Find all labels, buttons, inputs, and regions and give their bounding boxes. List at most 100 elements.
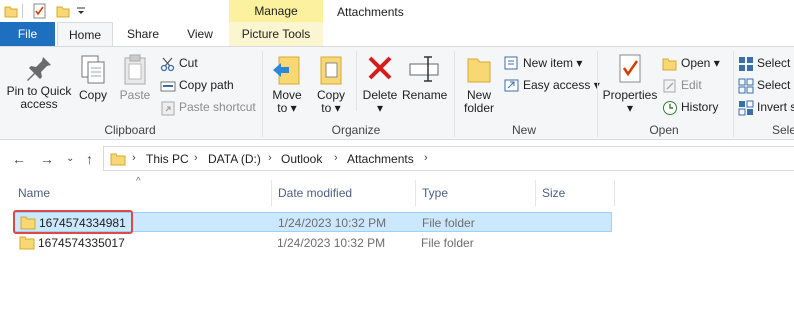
select-none-button[interactable]: Select n [738,75,794,95]
column-divider[interactable] [271,180,272,206]
properties-quick-icon[interactable] [32,3,48,22]
edit-pencil-icon [663,79,676,93]
new-item-icon [504,56,518,70]
new-group-label: New [511,123,536,137]
copy-label: Copy [78,88,107,102]
back-arrow-icon[interactable]: ← [12,151,26,167]
copy-icon [76,53,110,89]
history-button[interactable]: History [662,97,718,117]
breadcrumb-attachments[interactable]: Attachments [347,152,414,166]
new-folder-quick-icon[interactable] [56,4,70,21]
select-all-icon [739,56,753,71]
file-date-modified: 1/24/2023 10:32 PM [278,216,387,230]
column-header-date-modified[interactable]: Date modified [278,186,352,200]
paste-label: Paste [119,88,151,102]
rename-icon [402,53,446,89]
new-folder-button[interactable]: New folder [458,53,500,115]
copy-to-button[interactable]: Copy to ▾ [312,53,350,115]
breadcrumb-outlook[interactable]: Outlook [281,152,322,166]
ribbon-tab-row: File Home Share View Picture Tools [0,22,794,46]
copy-to-label-line2: to ▾ [312,102,350,115]
pin-label-line2: access [20,97,58,111]
tab-view[interactable]: View [178,22,222,46]
copy-path-label: Copy path [179,78,234,92]
address-bar[interactable]: › This PC › DATA (D:) › Outlook › Attach… [103,146,794,171]
column-divider[interactable] [614,180,615,206]
move-to-label-text: to [277,101,288,115]
tab-picture-tools[interactable]: Picture Tools [229,22,323,46]
file-type: File folder [422,216,475,230]
customize-quick-access-icon[interactable] [76,5,86,20]
tab-home[interactable]: Home [57,22,113,46]
column-header-type[interactable]: Type [422,186,448,200]
sort-ascending-icon: ^ [136,176,141,187]
new-item-button[interactable]: New item ▾ [504,53,582,73]
dropdown-arrow-icon: ▾ [334,101,341,115]
group-separator [356,51,357,111]
pin-icon [4,53,74,85]
folder-icon [110,151,126,170]
paste-shortcut-label: Paste shortcut [179,100,256,114]
properties-button[interactable]: Properties ▾ [602,53,658,115]
folder-icon [4,4,18,21]
clipboard-group-label: Clipboard [104,123,156,137]
copy-button[interactable]: Copy [76,53,110,102]
breadcrumb-chevron-icon[interactable]: › [268,152,272,164]
move-to-button[interactable]: Move to ▾ [268,53,306,115]
column-divider[interactable] [415,180,416,206]
select-none-label: Select n [757,78,794,92]
delete-x-icon [360,53,400,89]
copy-path-button[interactable]: Copy path [160,75,234,95]
copy-to-icon [312,53,350,89]
easy-access-label: Easy access [523,78,591,92]
move-to-icon [268,53,306,89]
file-date-modified: 1/24/2023 10:32 PM [277,236,386,250]
history-label: History [681,100,719,114]
group-separator [454,51,455,137]
group-separator [262,51,263,137]
column-divider[interactable] [535,180,536,206]
dropdown-arrow-icon: ▾ [576,56,583,70]
column-header-size[interactable]: Size [542,186,565,200]
group-separator [733,51,734,137]
dropdown-arrow-icon: ▾ [290,101,297,115]
select-all-button[interactable]: Select a [738,53,794,73]
copy-to-label-text: to [321,101,332,115]
manage-context-tab[interactable]: Manage [229,0,323,22]
recent-locations-chevron-icon[interactable]: ⌄ [66,153,74,164]
up-arrow-icon[interactable]: ↑ [86,151,93,167]
open-label: Open [681,56,711,70]
paste-shortcut-button[interactable]: Paste shortcut [160,97,256,117]
title-bar: Manage Attachments [0,0,794,24]
new-folder-label-line2: folder [463,101,495,115]
forward-arrow-icon[interactable]: → [40,151,54,167]
paste-shortcut-icon [161,101,175,116]
pin-to-quick-access-button[interactable]: Pin to Quick access [4,53,74,111]
edit-button[interactable]: Edit [662,75,702,95]
breadcrumb-data-drive[interactable]: DATA (D:) [208,152,261,166]
organize-group-label: Organize [331,123,381,137]
breadcrumb-chevron-icon[interactable]: › [194,152,198,164]
cut-label: Cut [179,56,198,70]
paste-button[interactable]: Paste [118,53,152,102]
column-header-name[interactable]: Name [18,186,50,200]
delete-button[interactable]: Delete ▾ [360,53,400,115]
invert-selection-label: Invert s [757,100,794,114]
tab-file[interactable]: File [0,22,55,46]
table-row[interactable]: 1674574335017 1/24/2023 10:32 PM File fo… [14,233,612,253]
invert-selection-button[interactable]: Invert s [738,97,794,117]
breadcrumb-chevron-icon[interactable]: › [334,152,338,164]
separator [22,4,23,18]
breadcrumb-chevron-icon[interactable]: › [132,152,136,164]
breadcrumb-this-pc[interactable]: This PC [146,152,189,166]
breadcrumb-chevron-icon[interactable]: › [424,152,428,164]
folder-icon [19,235,35,253]
easy-access-button[interactable]: Easy access ▾ [504,75,600,95]
history-clock-icon [663,100,677,115]
open-button[interactable]: Open ▾ [662,53,720,73]
tab-share[interactable]: Share [120,22,166,46]
rename-button[interactable]: Rename [402,53,447,102]
cut-button[interactable]: Cut [160,53,198,73]
new-folder-icon [458,53,500,89]
delete-label: Delete [362,88,398,102]
